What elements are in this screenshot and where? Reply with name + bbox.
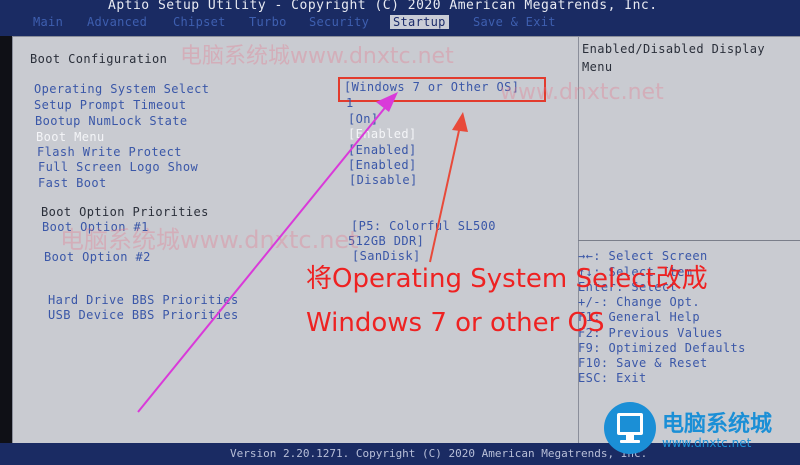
key-help-exit: ESC: Exit <box>578 371 647 385</box>
setting-value-prompt-timeout[interactable]: 1 <box>346 96 354 110</box>
section-title: Boot Configuration <box>30 52 168 66</box>
key-help-optimized-defaults: F9: Optimized Defaults <box>578 341 746 355</box>
setting-label-prompt-timeout[interactable]: Setup Prompt Timeout <box>34 98 187 112</box>
watermark-text-3: www.dnxtc.net <box>500 80 664 105</box>
boot-priorities-heading: Boot Option Priorities <box>41 205 209 219</box>
tab-save-exit[interactable]: Save & Exit <box>470 15 559 29</box>
setting-label-logo-show[interactable]: Full Screen Logo Show <box>38 160 198 174</box>
usb-device-bbs-link[interactable]: USB Device BBS Priorities <box>48 308 239 322</box>
tab-security[interactable]: Security <box>306 15 372 29</box>
version-text: Version 2.20.1271. Copyright (C) 2020 Am… <box>230 447 648 460</box>
site-logo: 电脑系统城 www.dnxtc.net <box>604 402 800 454</box>
boot-option-1-value[interactable]: [P5: Colorful SL500 <box>351 219 496 233</box>
boot-option-1-value-line2: 512GB DDR] <box>348 234 425 248</box>
annotation-line1: 将Operating System Select改成 <box>306 264 708 294</box>
logo-url: www.dnxtc.net <box>662 436 752 450</box>
help-divider <box>578 240 800 241</box>
setting-label-os-select[interactable]: Operating System Select <box>34 82 209 96</box>
annotation-line2: Windows 7 or other OS <box>306 308 605 338</box>
window-title: Aptio Setup Utility - Copyright (C) 2020… <box>108 0 658 13</box>
logo-name: 电脑系统城 <box>662 412 773 437</box>
setting-label-flash-write[interactable]: Flash Write Protect <box>37 145 182 159</box>
help-text-line1: Enabled/Disabled Display <box>582 42 765 56</box>
tab-main[interactable]: Main <box>30 15 66 29</box>
setting-value-fast-boot[interactable]: [Disable] <box>349 173 418 187</box>
setting-value-boot-menu[interactable]: [Enabled] <box>348 127 417 141</box>
setting-value-flash-write[interactable]: [Enabled] <box>348 143 417 157</box>
setting-value-logo-show[interactable]: [Enabled] <box>348 158 417 172</box>
menu-bar: Main Advanced Chipset Turbo Security Sta… <box>0 14 800 34</box>
setting-label-fast-boot[interactable]: Fast Boot <box>38 176 107 190</box>
setting-label-boot-menu[interactable]: Boot Menu <box>36 130 105 144</box>
watermark-text-2: 电脑系统城www.dnxtc.net <box>60 226 359 254</box>
tab-chipset[interactable]: Chipset <box>170 15 229 29</box>
setting-label-numlock[interactable]: Bootup NumLock State <box>35 114 188 128</box>
tab-turbo[interactable]: Turbo <box>246 15 290 29</box>
key-help-change-opt: +/-: Change Opt. <box>578 295 700 309</box>
key-help-save-reset: F10: Save & Reset <box>578 356 708 370</box>
setting-value-numlock[interactable]: [On] <box>348 112 379 126</box>
help-text-line2: Menu <box>582 60 613 74</box>
tab-advanced[interactable]: Advanced <box>84 15 150 29</box>
watermark-text: 电脑系统城www.dnxtc.net <box>180 44 454 69</box>
hard-drive-bbs-link[interactable]: Hard Drive BBS Priorities <box>48 293 239 307</box>
tab-startup[interactable]: Startup <box>390 15 449 29</box>
logo-icon <box>604 402 656 454</box>
